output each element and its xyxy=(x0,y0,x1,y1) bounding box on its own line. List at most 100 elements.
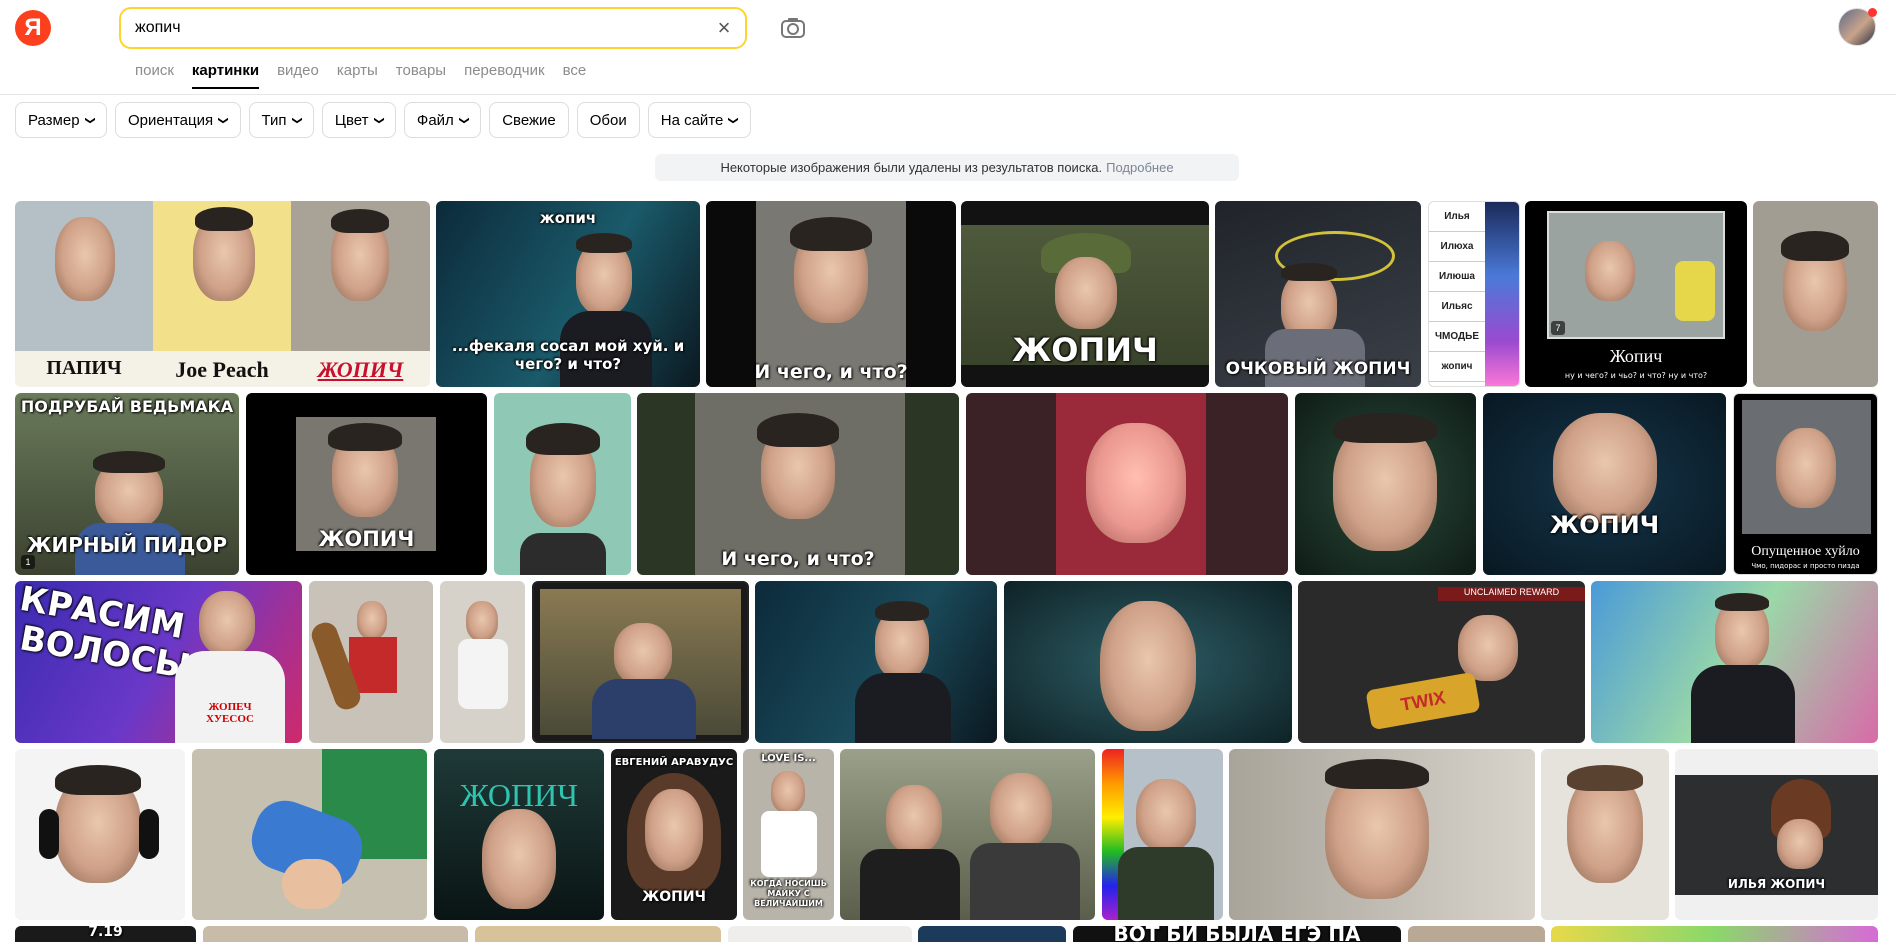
clear-icon[interactable]: × xyxy=(713,17,735,39)
notice-text: Некоторые изображения были удалены из ре… xyxy=(720,160,1103,175)
image-result[interactable]: 7.19 xyxy=(15,926,196,942)
image-result[interactable] xyxy=(192,749,427,920)
caption: И чего, и что? xyxy=(754,361,908,383)
tab-products[interactable]: товары xyxy=(396,62,446,79)
image-result[interactable]: Опущенное хуйло Чмо, пидорас и просто пи… xyxy=(1733,393,1878,575)
image-result[interactable] xyxy=(728,926,912,942)
filter-fresh[interactable]: Свежие xyxy=(489,102,569,138)
list-cell: Илюха xyxy=(1429,232,1485,262)
caption-sub: Чмо, пидорас и просто пизда xyxy=(1751,562,1860,570)
image-result[interactable]: ВОТ БИ БЫЛА ЕГЭ ПА xyxy=(1073,926,1401,942)
caption-title: Опущенное хуйло xyxy=(1751,544,1860,559)
image-result[interactable]: ЖОПИЧ xyxy=(434,749,604,920)
image-result[interactable]: Жопич ну и чего? и чьо? и что? ну и что?… xyxy=(1525,201,1747,387)
caption-sub: ну и чего? и чьо? и что? ну и что? xyxy=(1564,371,1708,380)
caption-top: ЕВГЕНИЙ АРАВУДУС xyxy=(614,757,734,768)
header: Я × поиск картинки видео карты товары пе… xyxy=(0,0,1896,95)
image-result[interactable] xyxy=(494,393,631,575)
filter-file[interactable]: Файл ❯ xyxy=(403,102,482,138)
filter-label: Свежие xyxy=(502,111,556,129)
image-result[interactable] xyxy=(1591,581,1878,743)
image-result[interactable] xyxy=(440,581,525,743)
caption-top: LOVE IS... xyxy=(761,753,816,764)
tab-search[interactable]: поиск xyxy=(135,62,174,79)
tab-all[interactable]: все xyxy=(563,62,587,79)
image-result[interactable]: UNCLAIMED REWARD TWIX xyxy=(1298,581,1585,743)
caption-bottom: КОГДА НОСИШЬ МАЙКУ С ВЕЛИЧАЙШИМ xyxy=(750,879,827,908)
caption-top: ПОДРУБАЙ ВЕДЬМАКА xyxy=(20,397,234,416)
image-result[interactable]: ЖОПИЧ xyxy=(961,201,1209,387)
filter-label: На сайте xyxy=(660,111,724,129)
image-result[interactable]: Илья Илюха Илюша Ильяс ЧМОДЬЕ жопич xyxy=(1428,201,1520,387)
chevron-down-icon: ❯ xyxy=(217,115,229,125)
tab-images[interactable]: картинки xyxy=(191,62,260,89)
tab-maps[interactable]: карты xyxy=(337,62,378,79)
image-result[interactable] xyxy=(840,749,1095,920)
filter-on-site[interactable]: На сайте ❯ xyxy=(647,102,751,138)
image-result[interactable] xyxy=(309,581,433,743)
filter-color[interactable]: Цвет ❯ xyxy=(321,102,396,138)
list-cell: Илья xyxy=(1429,202,1485,232)
image-result[interactable]: ИЛЬЯ ЖОПИЧ xyxy=(1675,749,1878,920)
image-result[interactable] xyxy=(1541,749,1669,920)
chevron-down-icon: ❯ xyxy=(373,115,385,125)
image-result[interactable]: ОЧКОВЫЙ ЖОПИЧ xyxy=(1215,201,1421,387)
chevron-down-icon: ❯ xyxy=(84,115,96,125)
camera-search-icon[interactable] xyxy=(779,14,807,42)
tab-video[interactable]: видео xyxy=(277,62,319,79)
image-result[interactable]: ЖОПИЧ xyxy=(1483,393,1726,575)
image-result[interactable] xyxy=(1408,926,1545,942)
search-input[interactable] xyxy=(135,16,675,40)
image-result[interactable] xyxy=(1753,201,1878,387)
image-result[interactable]: ЕВГЕНИЙ АРАВУДУС ЖОПИЧ xyxy=(611,749,737,920)
image-result[interactable] xyxy=(918,926,1066,942)
tab-translator[interactable]: переводчик xyxy=(464,62,544,79)
list-cell: Ильяс xyxy=(1429,292,1485,322)
caption: ИЛЬЯ ЖОПИЧ xyxy=(1727,877,1826,891)
caption-left: ПАПИЧ xyxy=(46,357,122,379)
image-result[interactable] xyxy=(755,581,997,743)
list-cell: жопич xyxy=(1429,352,1485,382)
caption-title: Жопич xyxy=(1609,346,1663,366)
caption: 7.19 xyxy=(88,926,123,940)
image-result[interactable] xyxy=(966,393,1288,575)
filter-orientation[interactable]: Ориентация ❯ xyxy=(114,102,241,138)
count-badge: 1 xyxy=(21,555,35,569)
notice-more-link[interactable]: Подробнее xyxy=(1106,160,1173,175)
filter-size[interactable]: Размер ❯ xyxy=(15,102,107,138)
caption-bottom: ЖОПИЧ xyxy=(642,889,706,905)
list-cell: Илюша xyxy=(1429,262,1485,292)
filter-wallpapers[interactable]: Обои xyxy=(576,102,640,138)
chevron-down-icon: ❯ xyxy=(728,115,740,125)
image-result[interactable]: И чего, и что? xyxy=(706,201,956,387)
image-result[interactable] xyxy=(475,926,721,942)
shirt-caption: ЖОПЕЧ ХУЕСОС xyxy=(206,701,254,725)
image-result[interactable]: LOVE IS... КОГДА НОСИШЬ МАЙКУ С ВЕЛИЧАЙШ… xyxy=(743,749,834,920)
image-result[interactable]: ПАПИЧ Joe Peach ЖОПИЧ xyxy=(15,201,430,387)
notification-dot xyxy=(1868,8,1877,17)
image-result[interactable]: ПОДРУБАЙ ВЕДЬМАКА ЖИРНЫЙ ПИДОР 1 xyxy=(15,393,239,575)
image-result[interactable] xyxy=(1102,749,1223,920)
image-result[interactable]: КРАСИМ ВОЛОСЫ ЖОПЕЧ ХУЕСОС xyxy=(15,581,302,743)
image-result[interactable]: жопич ...фекаля сосал мой хуй. и чего? и… xyxy=(436,201,700,387)
image-result[interactable] xyxy=(1551,926,1878,942)
image-result[interactable] xyxy=(203,926,468,942)
twix-bar: TWIX xyxy=(1365,671,1481,731)
caption: И чего, и что? xyxy=(721,548,875,570)
count-badge: 7 xyxy=(1551,321,1565,335)
image-result[interactable] xyxy=(1295,393,1476,575)
list-cell: ЧМОДЬЕ xyxy=(1429,322,1485,352)
image-result[interactable] xyxy=(1229,749,1535,920)
image-result[interactable]: И чего, и что? xyxy=(637,393,959,575)
yandex-logo[interactable]: Я xyxy=(15,10,51,46)
image-result[interactable] xyxy=(1004,581,1292,743)
filter-type[interactable]: Тип ❯ xyxy=(248,102,314,138)
image-result[interactable]: ЖОПИЧ xyxy=(246,393,487,575)
chevron-down-icon: ❯ xyxy=(458,115,470,125)
image-result[interactable] xyxy=(532,581,749,743)
filter-label: Файл xyxy=(416,111,454,129)
caption: ВОТ БИ БЫЛА ЕГЭ ПА xyxy=(1113,926,1361,942)
caption-bottom: ...фекаля сосал мой хуй. и чего? и что? xyxy=(451,337,685,373)
caption: ЖОПИЧ xyxy=(318,527,415,551)
image-result[interactable] xyxy=(15,749,185,920)
